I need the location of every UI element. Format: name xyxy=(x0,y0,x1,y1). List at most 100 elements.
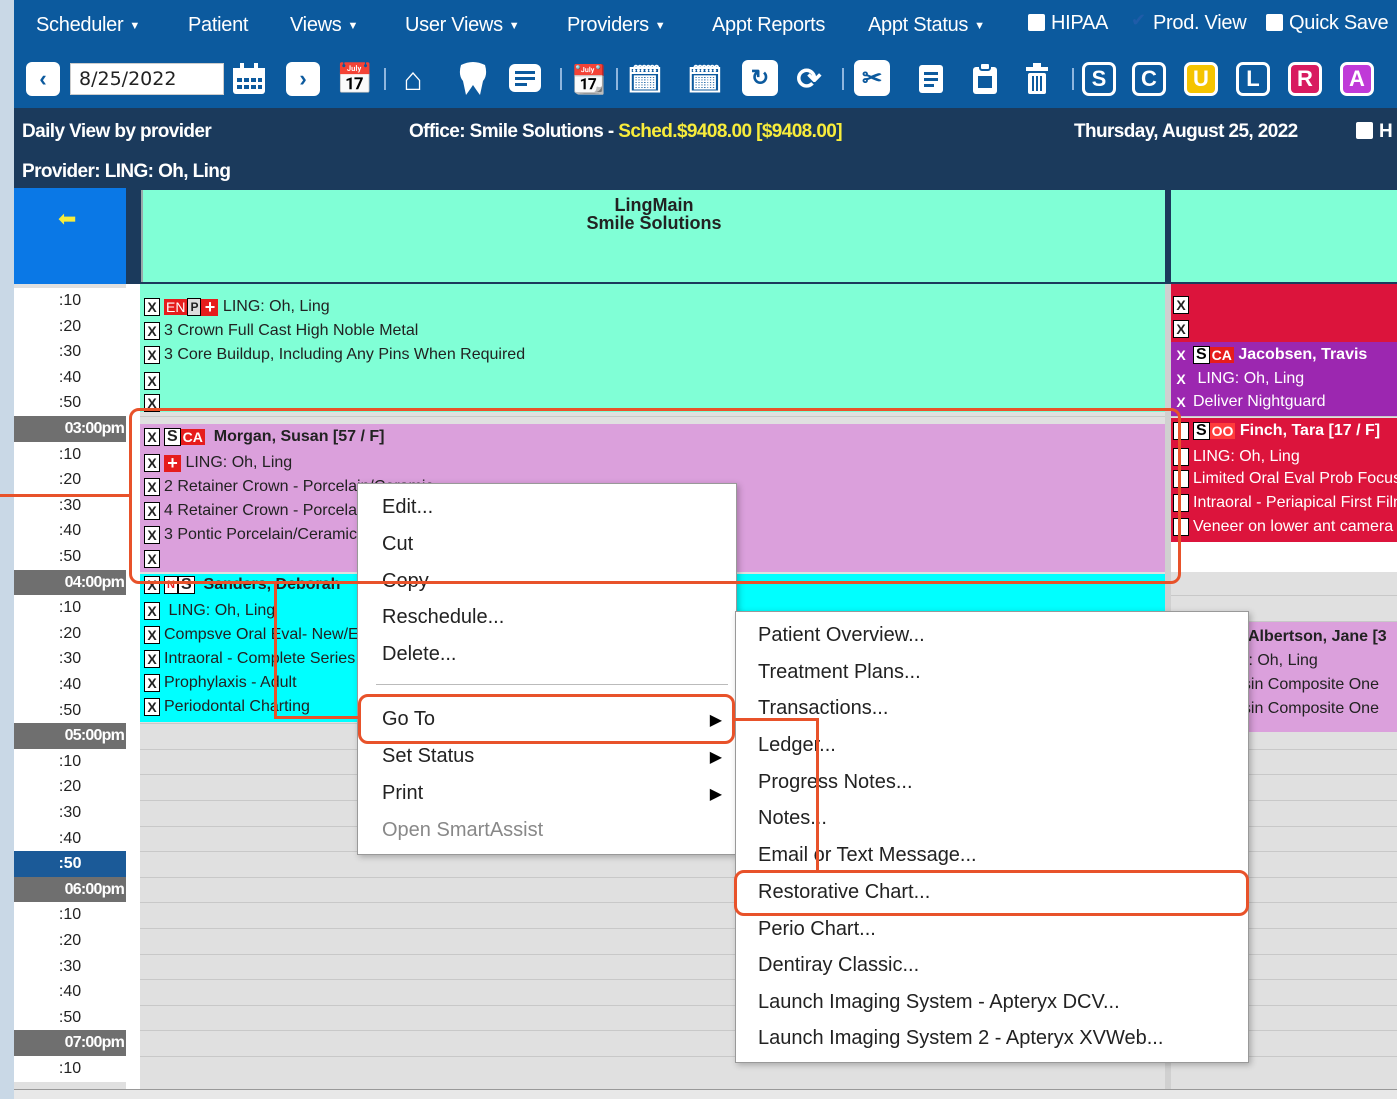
menu-appt-reports[interactable]: Appt Reports xyxy=(712,14,825,37)
menu-scheduler[interactable]: Scheduler ▼ xyxy=(36,14,140,37)
column-header: LingMain Smile Solutions xyxy=(141,190,1165,282)
x-checkbox[interactable]: X xyxy=(144,626,160,644)
appt-provider: LING: Oh, Ling xyxy=(222,298,330,316)
appointment-block[interactable]: X EN P + LING: Oh, Ling X3 Crown Full Cast … xyxy=(140,284,1165,412)
sync-button[interactable]: ⟳ xyxy=(790,60,828,98)
menu-item-reschedule[interactable]: Reschedule... xyxy=(382,606,504,629)
x-checkbox[interactable]: X xyxy=(144,298,160,316)
appointment-block-albertson[interactable]: Albertson, Jane [3 G: Oh, Ling esin Comp… xyxy=(1234,622,1397,732)
menu-item-delete[interactable]: Delete... xyxy=(382,643,456,666)
time-slot-label: :30 xyxy=(14,339,126,365)
info-bar: Daily View by provider Office: Smile Sol… xyxy=(14,108,1397,188)
refresh-icon: ↻ xyxy=(750,65,770,90)
x-checkbox[interactable]: X xyxy=(144,698,160,716)
menu-item-imaging-dcv[interactable]: Launch Imaging System - Apteryx DCV... xyxy=(758,991,1120,1014)
one-day-button[interactable]: 🗓 xyxy=(626,60,664,98)
refresh-button[interactable]: ↻ xyxy=(742,60,778,96)
time-slot-label: :40 xyxy=(14,364,126,391)
procedure-line: X Intraoral - Complete Series xyxy=(144,650,355,668)
quick-save-checkbox[interactable] xyxy=(1266,14,1283,31)
s-badge: S xyxy=(1193,422,1210,440)
hipaa-checkbox[interactable] xyxy=(1028,14,1045,31)
menu-item-set-status[interactable]: Set Status ▶ xyxy=(382,745,722,768)
calendar-1-icon: 🗓 xyxy=(627,63,663,95)
list-button[interactable] xyxy=(506,60,544,98)
patient-line: X S CA Jacobsen, Travis xyxy=(1173,346,1367,364)
empty-slot[interactable] xyxy=(1171,542,1397,572)
horizontal-scrollbar[interactable] xyxy=(14,1089,1397,1099)
menu-item-dentiray-classic[interactable]: Dentiray Classic... xyxy=(758,954,919,977)
x-checkbox[interactable]: X xyxy=(144,602,160,620)
time-slot-label: :50 xyxy=(14,851,126,877)
connector-line xyxy=(0,494,131,497)
appointment-block-jacobsen[interactable]: X S CA Jacobsen, Travis X LING: Oh, Ling X… xyxy=(1171,342,1397,416)
x-checkbox[interactable]: X xyxy=(1173,346,1189,364)
menu-item-patient-overview[interactable]: Patient Overview... xyxy=(758,624,925,647)
menu-views[interactable]: Views ▼ xyxy=(290,14,358,37)
home-button[interactable]: ⌂ xyxy=(394,60,432,98)
menu-item-perio-chart[interactable]: Perio Chart... xyxy=(758,918,876,941)
menu-item-progress-notes[interactable]: Progress Notes... xyxy=(758,771,913,794)
appt-provider-line: X LING: Oh, Ling xyxy=(144,602,275,620)
tooth-button[interactable] xyxy=(454,60,492,98)
x-checkbox[interactable]: X xyxy=(144,346,160,364)
status-r-button[interactable]: R xyxy=(1288,62,1322,96)
back-cell[interactable]: ⬅ xyxy=(14,188,126,284)
x-checkbox[interactable]: X xyxy=(1173,370,1189,388)
menu-item-imaging-xvweb[interactable]: Launch Imaging System 2 - Apteryx XVWeb.… xyxy=(758,1027,1163,1050)
menu-item-email-text[interactable]: Email or Text Message... xyxy=(758,844,977,867)
status-u-button[interactable]: U xyxy=(1184,62,1218,96)
prod-view-toggle[interactable]: Prod. View xyxy=(1130,10,1247,35)
chevron-right-icon: › xyxy=(299,66,307,91)
prod-view-checkbox[interactable] xyxy=(1130,10,1147,31)
status-s-button[interactable]: S xyxy=(1082,62,1116,96)
menu-item-ledger[interactable]: Ledger... xyxy=(758,734,836,757)
time-slot-label: 03:00pm xyxy=(14,416,126,442)
procedure-line: X Limited Oral Eval Prob Focused xyxy=(1173,470,1397,488)
time-slot-label: :50 xyxy=(14,544,126,570)
menu-appt-status[interactable]: Appt Status ▼ xyxy=(868,14,985,37)
x-checkbox[interactable]: X xyxy=(144,650,160,668)
hipaa-toggle[interactable]: HIPAA xyxy=(1028,12,1108,35)
today-button[interactable]: 📅 xyxy=(336,60,374,98)
time-slot-label: :50 xyxy=(14,1004,126,1031)
x-checkbox[interactable]: X xyxy=(144,674,160,692)
x-checkbox[interactable]: X xyxy=(144,372,160,390)
menu-item-print[interactable]: Print ▶ xyxy=(382,782,722,805)
x-checkbox[interactable]: X xyxy=(1173,296,1189,314)
quick-save-toggle[interactable]: Quick Save xyxy=(1266,12,1389,35)
calendar-button[interactable] xyxy=(230,60,268,98)
toolbar-divider xyxy=(616,68,618,90)
time-slot-label: :20 xyxy=(14,928,126,954)
procedure-line: X Periodontal Charting xyxy=(144,698,310,716)
appointment-block-right[interactable]: X X xyxy=(1171,284,1397,342)
menu-providers[interactable]: Providers ▼ xyxy=(567,14,666,37)
procedure-line: esin Composite One xyxy=(1234,700,1379,717)
menu-item-treatment-plans[interactable]: Treatment Plans... xyxy=(758,661,921,684)
h-toggle[interactable]: H xyxy=(1356,121,1393,143)
date-input[interactable] xyxy=(70,63,224,95)
h-checkbox[interactable] xyxy=(1356,122,1373,139)
patient-line: X S OO Finch, Tara [17 / F] xyxy=(1173,422,1380,440)
x-checkbox[interactable]: X xyxy=(144,322,160,340)
highlight-appointment xyxy=(129,408,1181,584)
next-day-button[interactable]: › xyxy=(286,62,320,96)
x-checkbox[interactable]: X xyxy=(1173,320,1189,338)
schedule-up-button[interactable]: 📆 xyxy=(570,60,608,98)
status-l-button[interactable]: L xyxy=(1236,62,1270,96)
seven-day-button[interactable]: 🗓 xyxy=(686,60,724,98)
delete-button[interactable] xyxy=(1018,60,1056,98)
procedure-line: X3 Crown Full Cast High Noble Metal xyxy=(144,322,418,340)
trash-icon xyxy=(1026,63,1048,94)
cut-button[interactable]: ✂ xyxy=(854,60,890,96)
menu-item-transactions[interactable]: Transactions... xyxy=(758,697,888,720)
status-a-button[interactable]: A xyxy=(1340,62,1374,96)
paste-button[interactable] xyxy=(966,60,1004,98)
previous-day-button[interactable]: ‹ xyxy=(26,62,60,96)
menu-user-views[interactable]: User Views ▼ xyxy=(405,14,520,37)
status-c-button[interactable]: C xyxy=(1132,62,1166,96)
appointment-block-finch[interactable]: X S OO Finch, Tara [17 / F] X LING: Oh, Lin… xyxy=(1171,418,1397,542)
copy-button[interactable] xyxy=(912,60,950,98)
procedure-line: X Deliver Nightguard xyxy=(1173,393,1325,411)
menu-patient[interactable]: Patient xyxy=(188,14,248,37)
